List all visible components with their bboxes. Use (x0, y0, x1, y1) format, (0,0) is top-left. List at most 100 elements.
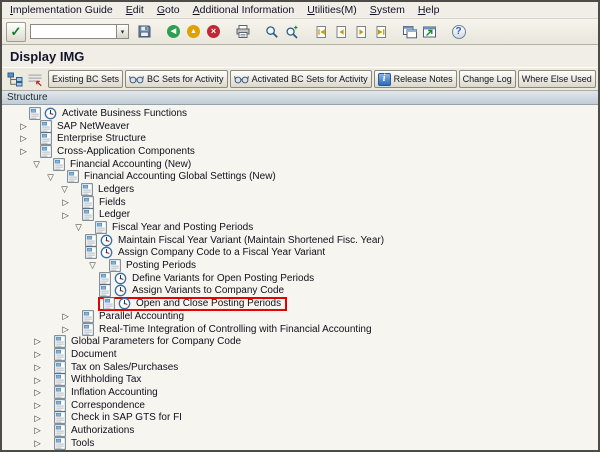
collapse-arrow-icon[interactable]: ▽ (30, 160, 43, 169)
tree-item-label[interactable]: Real-Time Integration of Controlling wit… (97, 324, 374, 335)
expand-arrow-icon[interactable]: ▷ (31, 337, 44, 346)
tree-item-label[interactable]: Correspondence (69, 400, 147, 411)
tree-row-define-variants-for-open-posting-periods[interactable]: Define Variants for Open Posting Periods (2, 272, 598, 285)
tree-item-label[interactable]: Assign Variants to Company Code (130, 285, 286, 296)
tree-item-label[interactable]: Ledgers (96, 184, 136, 195)
img-activity-icon[interactable] (114, 272, 127, 285)
expand-arrow-icon[interactable]: ▷ (31, 388, 44, 397)
tree-item-label[interactable]: Check in SAP GTS for FI (69, 412, 184, 423)
collapse-arrow-icon[interactable]: ▽ (44, 173, 57, 182)
tree-row-maintain-fiscal-year-variant-maintain-shortened-fisc-year[interactable]: Maintain Fiscal Year Variant (Maintain S… (2, 234, 598, 247)
img-activity-icon[interactable] (100, 246, 113, 259)
tree-item-label[interactable]: Withholding Tax (69, 374, 143, 385)
command-field[interactable] (30, 24, 116, 39)
tree-row-inflation-accounting[interactable]: ▷ Inflation Accounting (2, 386, 598, 399)
menu-edit[interactable]: Edit (126, 4, 144, 16)
tree-row-fields[interactable]: ▷ Fields (2, 196, 598, 209)
expand-arrow-icon[interactable]: ▷ (17, 134, 30, 143)
last-page-icon[interactable] (371, 22, 390, 41)
previous-page-icon[interactable] (331, 22, 350, 41)
where-else-used-button[interactable]: Where Else Used (518, 70, 596, 88)
expand-arrow-icon[interactable]: ▷ (31, 363, 44, 372)
print-icon[interactable] (233, 22, 252, 41)
img-structure-icon[interactable] (6, 70, 24, 89)
tree-item-label[interactable]: Fields (97, 197, 128, 208)
img-activity-icon[interactable] (118, 297, 131, 310)
release-notes-button[interactable]: iRelease Notes (374, 70, 457, 88)
tree-row-financial-accounting-new[interactable]: ▽Financial Accounting (New) (2, 158, 598, 171)
bc-sets-for-activity-button[interactable]: BC Sets for Activity (125, 70, 228, 88)
expand-arrow-icon[interactable]: ▷ (59, 312, 72, 321)
img-activity-icon[interactable] (44, 107, 57, 120)
tree-row-withholding-tax[interactable]: ▷ Withholding Tax (2, 373, 598, 386)
tree-row-assign-variants-to-company-code[interactable]: Assign Variants to Company Code (2, 285, 598, 298)
command-history-icon[interactable]: ▾ (116, 24, 129, 39)
next-page-icon[interactable] (351, 22, 370, 41)
tree-item-label[interactable]: Enterprise Structure (55, 133, 148, 144)
tree-item-label[interactable]: Define Variants for Open Posting Periods (130, 273, 316, 284)
tree-row-fiscal-year-and-posting-periods[interactable]: ▽Fiscal Year and Posting Periods (2, 221, 598, 234)
tree-item-label[interactable]: Maintain Fiscal Year Variant (Maintain S… (116, 235, 386, 246)
tree-row-parallel-accounting[interactable]: ▷ Parallel Accounting (2, 310, 598, 323)
menu-help[interactable]: Help (418, 4, 440, 16)
find-icon[interactable] (262, 22, 281, 41)
tree-row-document[interactable]: ▷ Document (2, 348, 598, 361)
expand-arrow-icon[interactable]: ▷ (59, 198, 72, 207)
img-activity-icon[interactable] (114, 284, 127, 297)
tree-item-label[interactable]: Open and Close Posting Periods (134, 298, 283, 309)
expand-arrow-icon[interactable]: ▷ (31, 401, 44, 410)
tree-row-real-time-integration-of-controlling-with-financial-accounting[interactable]: ▷Real-Time Integration of Controlling wi… (2, 323, 598, 336)
tree-row-ledger[interactable]: ▷ Ledger (2, 209, 598, 222)
tree-row-activate-business-functions[interactable]: Activate Business Functions (2, 107, 598, 120)
help-icon[interactable]: ? (449, 22, 468, 41)
first-page-icon[interactable] (311, 22, 330, 41)
tree-row-global-parameters-for-company-code[interactable]: ▷ Global Parameters for Company Code (2, 335, 598, 348)
tree-item-label[interactable]: Ledger (97, 209, 132, 220)
enter-icon[interactable]: ✓ (6, 22, 26, 42)
create-shortcut-icon[interactable] (420, 22, 439, 41)
tree-item-label[interactable]: Posting Periods (124, 260, 198, 271)
tree-row-financial-accounting-global-settings-new[interactable]: ▽ Financial Accounting Global Settings (N… (2, 170, 598, 183)
tree-item-label[interactable]: SAP NetWeaver (55, 121, 131, 132)
tree-row-sap-netweaver[interactable]: ▷ SAP NetWeaver (2, 120, 598, 133)
tree-item-label[interactable]: Fiscal Year and Posting Periods (110, 222, 255, 233)
tree-item-label[interactable]: Document (69, 349, 119, 360)
expand-arrow-icon[interactable]: ▷ (31, 439, 44, 448)
menu-system[interactable]: System (370, 4, 405, 16)
expand-arrow-icon[interactable]: ▷ (17, 122, 30, 131)
menu-implementation-guide[interactable]: Implementation Guide (10, 4, 113, 16)
collapse-arrow-icon[interactable]: ▽ (58, 185, 71, 194)
tree-row-assign-company-code-to-a-fiscal-year-variant[interactable]: Assign Company Code to a Fiscal Year Var… (2, 247, 598, 260)
tree-item-label[interactable]: Authorizations (69, 425, 136, 436)
save-icon[interactable] (135, 22, 154, 41)
tree-item-label[interactable]: Assign Company Code to a Fiscal Year Var… (116, 247, 327, 258)
tree-row-tax-on-sales-purchases[interactable]: ▷ Tax on Sales/Purchases (2, 361, 598, 374)
expand-arrow-icon[interactable]: ▷ (17, 147, 30, 156)
expand-arrow-icon[interactable]: ▷ (31, 350, 44, 359)
expand-arrow-icon[interactable]: ▷ (31, 376, 44, 385)
tree-item-label[interactable]: Financial Accounting Global Settings (Ne… (82, 171, 278, 182)
change-log-button[interactable]: Change Log (459, 70, 516, 88)
expand-arrow-icon[interactable]: ▷ (31, 414, 44, 423)
tree-row-posting-periods[interactable]: ▽ Posting Periods (2, 259, 598, 272)
collapse-arrow-icon[interactable]: ▽ (86, 261, 99, 270)
tree-item-label[interactable]: Tax on Sales/Purchases (69, 362, 180, 373)
tree-row-cross-application-components[interactable]: ▷Cross-Application Components (2, 145, 598, 158)
tree-row-enterprise-structure[interactable]: ▷ Enterprise Structure (2, 132, 598, 145)
menu-additional-information[interactable]: Additional Information (193, 4, 295, 16)
find-next-icon[interactable] (282, 22, 301, 41)
position-icon[interactable] (26, 70, 44, 89)
tree-row-open-and-close-posting-periods[interactable]: Open and Close Posting Periods (2, 297, 598, 310)
tree-item-label[interactable]: Inflation Accounting (69, 387, 160, 398)
expand-arrow-icon[interactable]: ▷ (59, 211, 72, 220)
tree-row-check-in-sap-gts-for-fi[interactable]: ▷ Check in SAP GTS for FI (2, 412, 598, 425)
menu-utilities-m[interactable]: Utilities(M) (307, 4, 357, 16)
tree-row-authorizations[interactable]: ▷Authorizations (2, 424, 598, 437)
tree-item-label[interactable]: Parallel Accounting (97, 311, 186, 322)
back-icon[interactable]: ◀ (164, 22, 183, 41)
img-activity-icon[interactable] (100, 234, 113, 247)
tree-row-correspondence[interactable]: ▷ Correspondence (2, 399, 598, 412)
tree-row-tools[interactable]: ▷Tools (2, 437, 598, 450)
cancel-icon[interactable]: × (204, 22, 223, 41)
tree-item-label[interactable]: Global Parameters for Company Code (69, 336, 243, 347)
